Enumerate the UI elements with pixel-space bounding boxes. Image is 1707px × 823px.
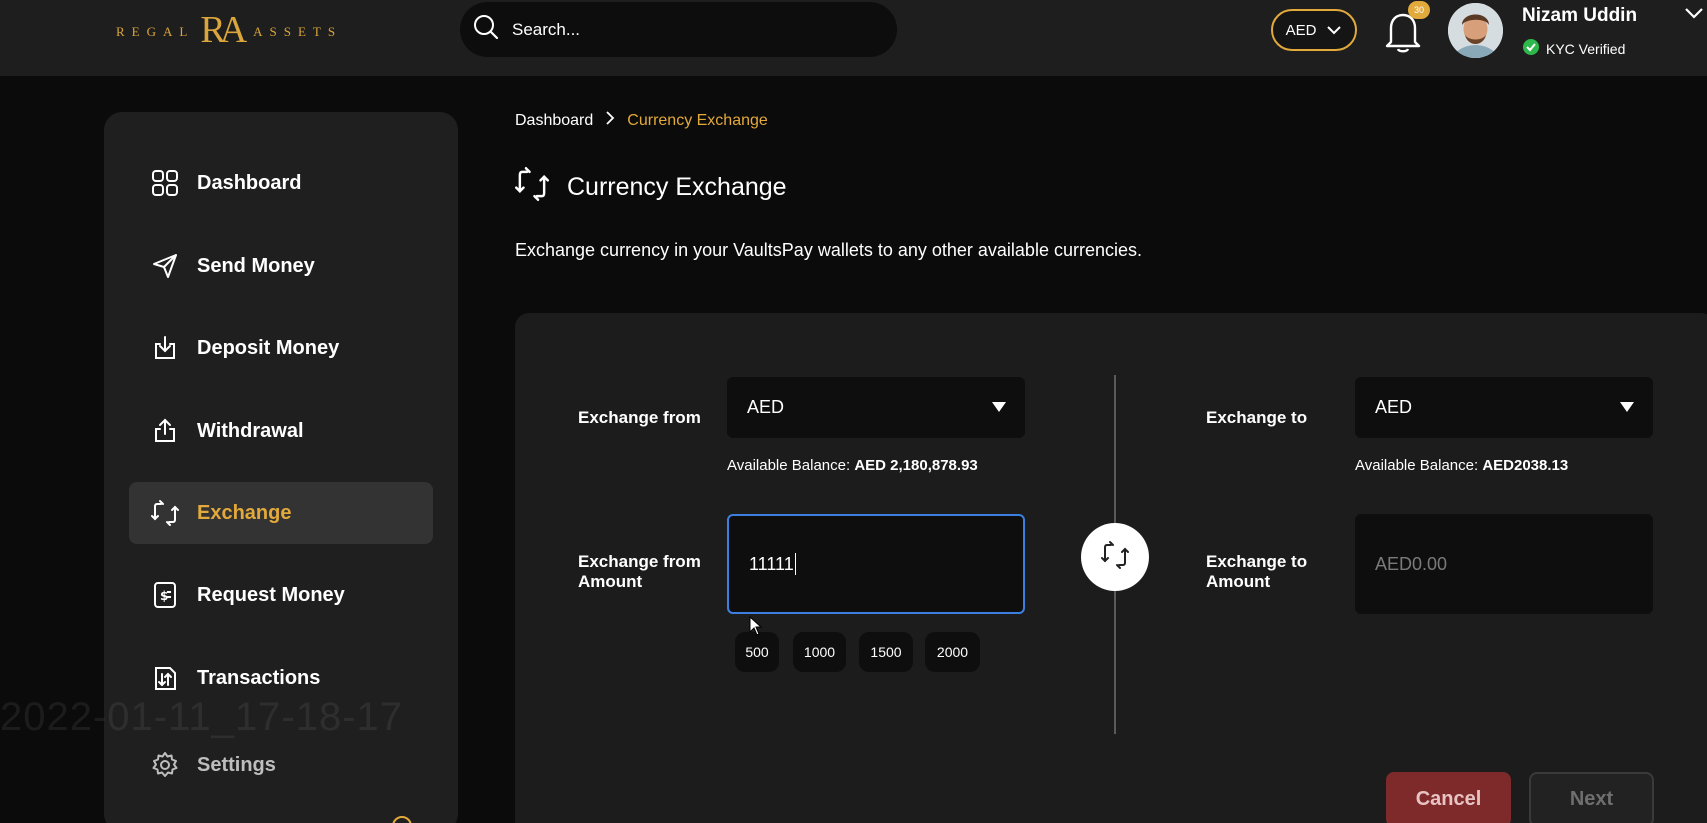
sidebar-item-settings[interactable]: Settings [129,734,433,796]
page-subtitle: Exchange currency in your VaultsPay wall… [515,240,1142,260]
exchange-from-amount-input[interactable]: 11111 [727,514,1025,614]
chevron-down-icon [1326,22,1342,39]
transactions-icon [151,664,179,692]
quick-amount-chip[interactable]: 1000 [793,632,846,672]
balance-value: AED2038.13 [1482,457,1569,474]
exchange-to-currency: AED [1375,397,1413,417]
user-menu-chevron-icon[interactable] [1684,6,1704,25]
balance-value: AED 2,180,878.93 [854,457,978,474]
sidebar-item-deposit-money[interactable]: Deposit Money [129,317,433,379]
avatar[interactable] [1448,3,1503,58]
exchange-to-balance: Available Balance: AED2038.13 [1355,457,1568,474]
caret-down-icon [1619,397,1635,418]
exchange-icon [151,499,179,527]
logo-monogram: RA [200,9,247,51]
text-caret [794,553,796,575]
quick-amount-chip[interactable]: 1500 [859,632,913,672]
mouse-pointer-icon [749,615,763,641]
sidebar-item-label: Deposit Money [197,336,340,359]
swap-icon [1101,540,1129,575]
kyc-status: KYC Verified [1522,38,1625,59]
currency-selector-label: AED [1285,21,1317,39]
exchange-from-currency: AED [747,397,785,417]
exchange-to-amount-input[interactable]: AED0.00 [1355,514,1653,614]
quick-amount-chip[interactable]: 2000 [925,632,980,672]
timestamp-watermark: 2022-01-11_17-18-17 [0,695,404,739]
balance-label: Available Balance: [727,457,851,474]
search-bar[interactable] [460,2,897,57]
sidebar-item-withdrawal[interactable]: Withdrawal [129,400,433,462]
send-icon [151,252,179,280]
user-name: Nizam Uddin [1522,5,1638,26]
exchange-from-balance: Available Balance: AED 2,180,878.93 [727,457,978,474]
logo-right-text: ASSETS [253,24,343,39]
exchange-to-amount-placeholder: AED0.00 [1375,553,1448,574]
swap-currencies-button[interactable] [1081,523,1149,591]
brand-logo[interactable]: REGAL RA ASSETS [116,8,342,56]
notifications-button[interactable]: 30 [1383,1,1430,54]
exchange-from-amount-value: 11111 [749,553,794,574]
verified-check-icon [1522,38,1540,59]
balance-label: Available Balance: [1355,457,1479,474]
deposit-icon [151,334,179,362]
exchange-from-amount-label: Exchange from Amount [578,552,701,591]
sidebar-item-label: Send Money [197,254,315,277]
sidebar-item-send-money[interactable]: Send Money [129,235,433,297]
withdraw-icon [151,417,179,445]
sidebar-item-dashboard[interactable]: Dashboard [129,152,433,214]
notification-badge: 30 [1408,1,1430,19]
search-input[interactable] [512,19,872,40]
bell-icon [1383,13,1423,58]
exchange-from-select[interactable]: AED [727,377,1025,438]
top-bar: REGAL RA ASSETS AED 30 Nizam Uddin [0,0,1707,76]
chevron-right-icon [605,110,615,131]
sidebar-item-label: Dashboard [197,171,302,194]
grid-icon [151,169,179,197]
exchange-icon [515,165,549,210]
caret-down-icon [991,397,1007,418]
request-money-icon: $ [151,581,179,609]
page-title-text: Currency Exchange [567,173,787,201]
sidebar-item-label: Withdrawal [197,419,304,442]
search-icon [472,13,500,46]
sidebar-item-label: Transactions [197,666,321,689]
sidebar-item-exchange[interactable]: Exchange [129,482,433,544]
kyc-status-label: KYC Verified [1546,40,1626,57]
breadcrumb-dashboard-link[interactable]: Dashboard [515,112,593,130]
sidebar-item-label: Settings [197,753,276,776]
currency-selector[interactable]: AED [1271,9,1357,51]
sidebar-item-request-money[interactable]: $ Request Money [129,564,433,626]
breadcrumb: Dashboard Currency Exchange [515,110,768,131]
exchange-to-select[interactable]: AED [1355,377,1653,438]
logo-left-text: REGAL [116,24,195,39]
exchange-to-label: Exchange to [1206,408,1308,427]
sidebar-item-label: Request Money [197,583,345,606]
page-title: Currency Exchange [515,165,787,210]
next-button[interactable]: Next [1529,772,1654,823]
sidebar-item-label: Exchange [197,501,292,524]
cancel-button[interactable]: Cancel [1386,772,1511,823]
exchange-to-amount-label: Exchange to Amount [1206,552,1308,591]
breadcrumb-current: Currency Exchange [627,111,768,129]
exchange-from-label: Exchange from [578,408,701,427]
gear-icon [151,751,179,779]
